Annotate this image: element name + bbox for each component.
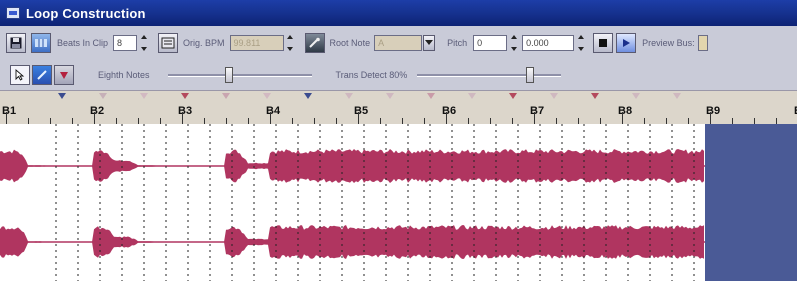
fine-pitch-field[interactable]: 0.000 xyxy=(522,35,575,51)
bar-label: B6 xyxy=(442,105,457,117)
key-note-icon[interactable] xyxy=(304,33,325,53)
root-note-label: Root Note xyxy=(329,38,371,48)
ruler-tick xyxy=(94,112,95,124)
slice-marker[interactable] xyxy=(591,93,599,99)
toolbar-row-2: Eighth Notes Trans Detect 80% xyxy=(0,60,797,90)
slice-marker[interactable] xyxy=(222,93,230,99)
unused-region xyxy=(705,124,797,281)
ruler-tick xyxy=(710,112,711,124)
ruler-tick xyxy=(270,112,271,124)
slice-marker[interactable] xyxy=(468,93,476,99)
transient-detect-slider-track xyxy=(417,74,562,77)
waveform-display[interactable] xyxy=(0,124,797,281)
bar-label: B7 xyxy=(530,105,545,117)
pitch-stepper[interactable] xyxy=(509,34,518,52)
preview-bus-label: Preview Bus: xyxy=(642,38,695,48)
ruler-tick xyxy=(182,112,183,124)
bar-label: B8 xyxy=(618,105,633,117)
slice-marker[interactable] xyxy=(304,93,312,99)
slice-marker[interactable] xyxy=(345,93,353,99)
waveform-channel-1 xyxy=(0,149,705,183)
bar-label: B3 xyxy=(178,105,193,117)
stop-icon[interactable] xyxy=(593,33,614,53)
ruler-tick xyxy=(358,112,359,124)
loop-construction-window: Loop Construction Beats In Clip 8 Orig. … xyxy=(0,0,797,281)
bar-label: B1 xyxy=(2,105,17,117)
slice-marker[interactable] xyxy=(509,93,517,99)
ruler-tick xyxy=(534,112,535,124)
arrow-cursor-icon[interactable] xyxy=(10,65,30,85)
waveform-canvas xyxy=(0,124,797,281)
toolbar-row-1: Beats In Clip 8 Orig. BPM 99.811 Root No… xyxy=(0,26,797,60)
waveform-channel-2 xyxy=(0,225,705,259)
pitch-field[interactable]: 0 xyxy=(473,35,508,51)
transient-detect-label: Trans Detect 80% xyxy=(335,70,408,80)
slice-divisions-slider-thumb[interactable] xyxy=(224,67,233,83)
play-icon[interactable] xyxy=(616,33,637,53)
pitch-label: Pitch xyxy=(447,38,468,48)
slice-marker[interactable] xyxy=(181,93,189,99)
erase-icon[interactable] xyxy=(54,65,74,85)
orig-bpm-label: Orig. BPM xyxy=(183,38,225,48)
ruler-tick xyxy=(446,112,447,124)
tempo-meter-icon[interactable] xyxy=(158,33,179,53)
floppy-save-icon[interactable] xyxy=(6,33,26,53)
draw-icon[interactable] xyxy=(32,65,52,85)
bar-label: B2 xyxy=(90,105,105,117)
bar-label: B5 xyxy=(354,105,369,117)
slice-marker[interactable] xyxy=(550,93,558,99)
bar-label: B4 xyxy=(266,105,281,117)
title-bar[interactable]: Loop Construction xyxy=(0,0,797,26)
fine-pitch-stepper[interactable] xyxy=(576,34,585,52)
slice-marker[interactable] xyxy=(673,93,681,99)
orig-bpm-stepper[interactable] xyxy=(286,34,295,52)
slice-marker[interactable] xyxy=(427,93,435,99)
beats-in-clip-stepper[interactable] xyxy=(139,34,148,52)
transient-detect-slider[interactable] xyxy=(417,67,562,83)
beats-in-clip-field[interactable]: 8 xyxy=(113,35,138,51)
ruler-tick xyxy=(6,112,7,124)
slice-marker[interactable] xyxy=(99,93,107,99)
preview-bus-select[interactable] xyxy=(697,35,708,51)
slice-marker[interactable] xyxy=(263,93,271,99)
slice-marker[interactable] xyxy=(58,93,66,99)
slice-marker[interactable] xyxy=(386,93,394,99)
beats-in-clip-label: Beats In Clip xyxy=(57,38,109,48)
transient-detect-slider-thumb[interactable] xyxy=(526,67,535,83)
bar-label: B9 xyxy=(706,105,721,117)
orig-bpm-field[interactable]: 99.811 xyxy=(229,35,284,51)
ruler-tick xyxy=(622,112,623,124)
window-app-icon xyxy=(6,7,20,19)
slice-marker[interactable] xyxy=(632,93,640,99)
slice-divisions-slider-track xyxy=(167,74,312,77)
root-note-select[interactable]: A xyxy=(374,35,423,51)
slice-divisions-slider[interactable] xyxy=(167,67,312,83)
slice-divisions-label: Eighth Notes xyxy=(98,70,150,80)
bar-ruler[interactable]: B1B2B3B4B5B6B7B8B9B xyxy=(0,90,797,124)
slice-marker[interactable] xyxy=(140,93,148,99)
root-note-dropdown-icon[interactable] xyxy=(423,35,436,51)
slice-grid-icon[interactable] xyxy=(31,33,51,53)
window-title: Loop Construction xyxy=(26,5,146,21)
